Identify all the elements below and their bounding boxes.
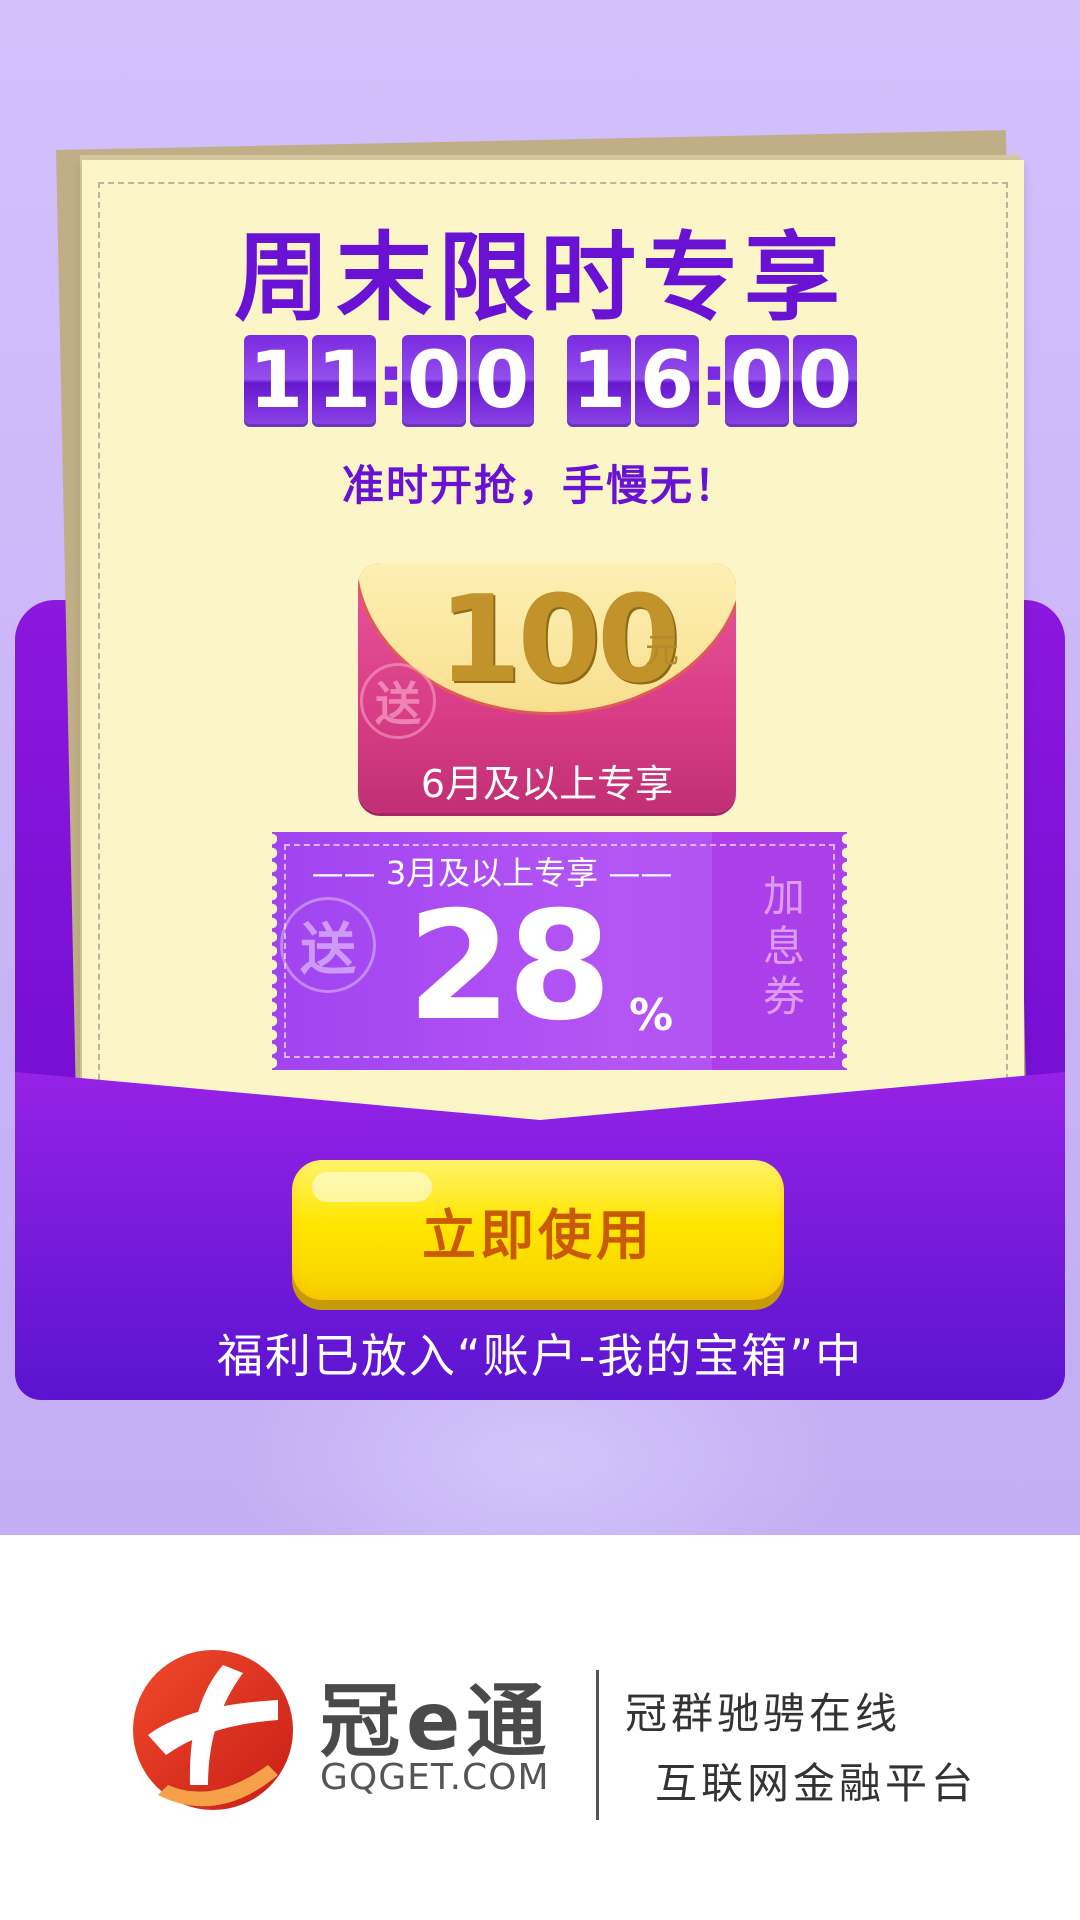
red-packet-card: 送 100 元 6月及以上专享 [358,563,736,813]
send-badge: 送 [360,663,436,739]
use-now-label: 立即使用 [422,1203,654,1267]
clock-digit: 0 [402,335,466,427]
clock-digit: 0 [793,335,857,427]
clock-digit: 6 [635,335,699,427]
clock-digit: 1 [312,335,376,427]
brand-bar: 冠e通 GQGET.COM 冠群驰骋在线 互联网金融平台 [0,1535,1080,1920]
coupon-type-label: 加 息 券 [759,872,809,1022]
red-packet-unit: 元 [645,631,679,671]
headline: 周末限时专享 [234,222,846,334]
time-slot-1100: 1 1 : 0 0 [244,335,538,427]
clock-digit: 1 [567,335,631,427]
send-badge: 送 [280,897,376,993]
gqget-logo-icon [133,1650,293,1810]
coupon-type-char: 加 [762,872,805,921]
interest-coupon: —— 3月及以上专享 —— 送 28 % 加 息 券 [272,832,847,1070]
clock-digit: 1 [244,335,308,427]
coupon-rate: 28 [407,880,612,1054]
brand-slogan-line-2: 互联网金融平台 [655,1759,978,1808]
footer-note: 福利已放入“账户-我的宝箱”中 [216,1329,864,1383]
brand-name: 冠e通 [320,1675,553,1768]
coupon-type-char: 券 [762,972,805,1021]
coupon-percent: % [629,990,674,1041]
clock-digit: 0 [470,335,534,427]
clock-colon: : [700,340,728,422]
red-packet-amount: 100 [438,571,680,710]
red-packet-note: 6月及以上专享 [420,762,674,806]
clock-colon: : [377,340,405,422]
button-shine [312,1172,432,1202]
brand-divider [596,1670,599,1820]
clock-digit: 0 [725,335,789,427]
use-now-button[interactable]: 立即使用 [292,1160,784,1300]
time-slot-1600: 1 6 : 0 0 [567,335,861,427]
brand-slogan-line-1: 冠群驰骋在线 [625,1689,902,1738]
coupon-type-char: 息 [762,922,805,971]
subline: 准时开抢，手慢无！ [341,461,738,510]
brand-url: GQGET.COM [320,1757,550,1798]
promo-banner: 周末限时专享 1 1 : 0 0 1 6 : 0 0 准时开抢，手慢无！ 送 1… [0,0,1080,1535]
